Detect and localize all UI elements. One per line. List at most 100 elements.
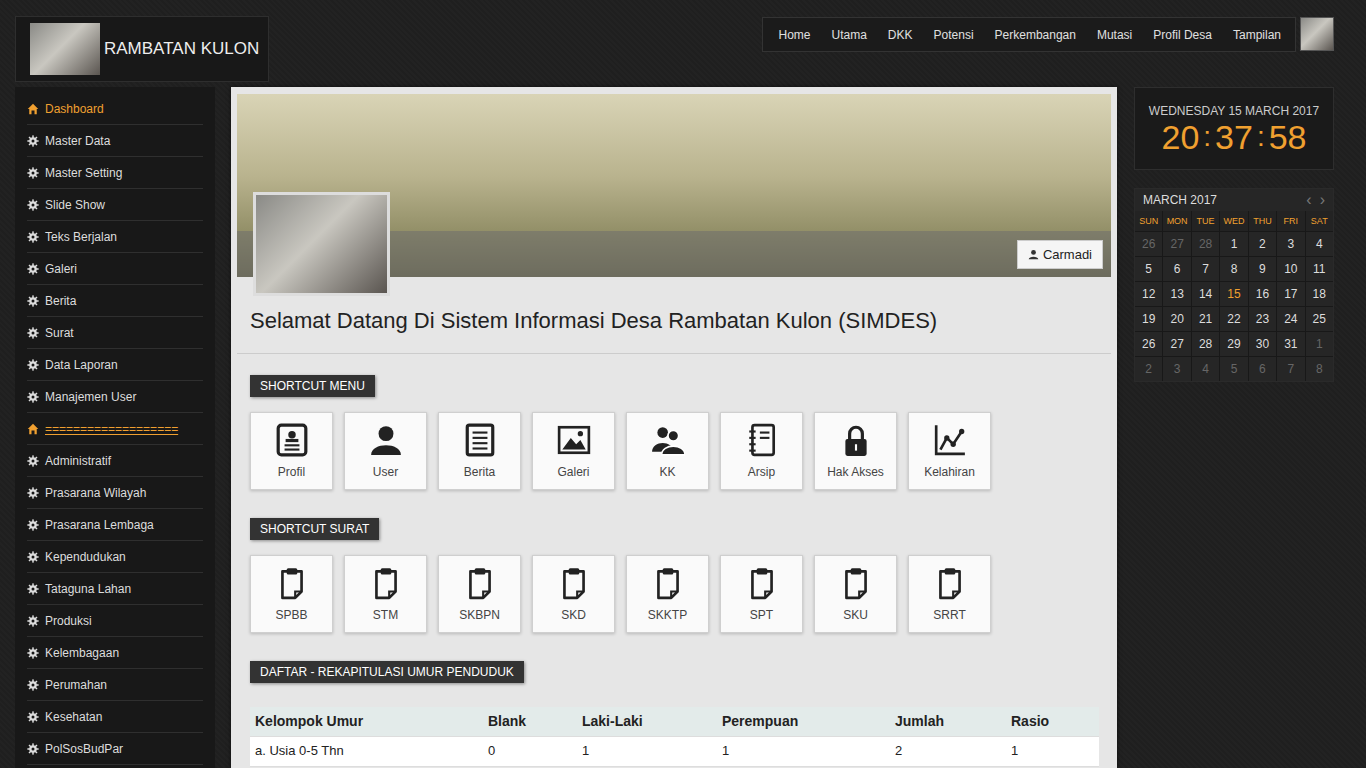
gear-icon (27, 487, 39, 499)
sidebar-item[interactable]: Prasarana Lembaga (27, 509, 203, 541)
sidebar-item[interactable]: Tataguna Lahan (27, 573, 203, 605)
calendar-day[interactable]: 26 (1135, 332, 1162, 356)
calendar-day[interactable]: 8 (1220, 257, 1247, 281)
sidebar-item[interactable]: Master Data (27, 125, 203, 157)
calendar-day[interactable]: 11 (1306, 257, 1333, 281)
calendar-day[interactable]: 28 (1192, 232, 1219, 256)
calendar-day[interactable]: 21 (1192, 307, 1219, 331)
gear-icon (27, 647, 39, 659)
calendar-day[interactable]: 6 (1249, 357, 1276, 381)
calendar-day[interactable]: 23 (1249, 307, 1276, 331)
nav-item[interactable]: Profil Desa (1142, 18, 1222, 51)
calendar-day[interactable]: 22 (1220, 307, 1247, 331)
calendar-day[interactable]: 27 (1163, 232, 1190, 256)
calendar-day[interactable]: 5 (1135, 257, 1162, 281)
letter-tile[interactable]: SKBPN (438, 555, 521, 633)
calendar-day[interactable]: 27 (1163, 332, 1190, 356)
sidebar-item[interactable]: Kelembagaan (27, 637, 203, 669)
letter-tile[interactable]: STM (344, 555, 427, 633)
sidebar-item[interactable]: Produksi (27, 605, 203, 637)
calendar-day[interactable]: 14 (1192, 282, 1219, 306)
sidebar-item[interactable]: Kesehatan (27, 701, 203, 733)
calendar-day[interactable]: 6 (1163, 257, 1190, 281)
sidebar-item[interactable]: Dashboard (27, 93, 203, 125)
calendar-day[interactable]: 16 (1249, 282, 1276, 306)
calendar-day[interactable]: 7 (1192, 257, 1219, 281)
calendar-day[interactable]: 3 (1163, 357, 1190, 381)
calendar-day[interactable]: 2 (1135, 357, 1162, 381)
user-avatar[interactable] (1300, 17, 1334, 51)
sidebar-item[interactable]: =================== (27, 413, 203, 445)
calendar-day[interactable]: 9 (1249, 257, 1276, 281)
shortcut-tile[interactable]: Profil (250, 412, 333, 490)
calendar-day[interactable]: 12 (1135, 282, 1162, 306)
nav-item[interactable]: Tampilan (1222, 18, 1291, 51)
column-header: Laki-Laki (577, 707, 717, 737)
nav-item[interactable]: Home (767, 18, 820, 51)
calendar-day[interactable]: 15 (1220, 282, 1247, 306)
sidebar-item[interactable]: PolSosBudPar (27, 733, 203, 765)
prev-month-button[interactable]: ‹ (1306, 191, 1311, 209)
letter-tile[interactable]: SKU (814, 555, 897, 633)
user-button[interactable]: Carmadi (1017, 240, 1103, 269)
lock-icon (839, 423, 873, 457)
shortcut-tile[interactable]: Kelahiran (908, 412, 991, 490)
calendar-day[interactable]: 28 (1192, 332, 1219, 356)
nav-item[interactable]: Mutasi (1086, 18, 1142, 51)
calendar-day[interactable]: 5 (1220, 357, 1247, 381)
calendar-day[interactable]: 8 (1306, 357, 1333, 381)
sidebar-item[interactable]: Surat (27, 317, 203, 349)
nav-item[interactable]: Potensi (923, 18, 984, 51)
letter-tile[interactable]: SKKTP (626, 555, 709, 633)
weekday-label: FRI (1277, 211, 1304, 231)
nav-item[interactable]: Utama (820, 18, 876, 51)
calendar-day[interactable]: 7 (1277, 357, 1304, 381)
sidebar-item[interactable]: Kependudukan (27, 541, 203, 573)
letter-tile[interactable]: SPBB (250, 555, 333, 633)
calendar-day[interactable]: 31 (1277, 332, 1304, 356)
shortcut-tile[interactable]: Galeri (532, 412, 615, 490)
calendar-day[interactable]: 19 (1135, 307, 1162, 331)
calendar-day[interactable]: 30 (1249, 332, 1276, 356)
sidebar-item[interactable]: Data Laporan (27, 349, 203, 381)
letter-tile[interactable]: SRRT (908, 555, 991, 633)
calendar-day[interactable]: 4 (1306, 232, 1333, 256)
calendar-day[interactable]: 4 (1192, 357, 1219, 381)
gear-icon (27, 743, 39, 755)
calendar-day[interactable]: 26 (1135, 232, 1162, 256)
sidebar-item[interactable]: Perumahan (27, 669, 203, 701)
site-logo[interactable]: RAMBATAN KULON (15, 16, 269, 82)
letter-tile[interactable]: SPT (720, 555, 803, 633)
calendar-day[interactable]: 10 (1277, 257, 1304, 281)
sidebar-item[interactable]: Slide Show (27, 189, 203, 221)
shortcut-tile[interactable]: Arsip (720, 412, 803, 490)
shortcut-tile[interactable]: User (344, 412, 427, 490)
sidebar-item[interactable]: Administratif (27, 445, 203, 477)
next-month-button[interactable]: › (1320, 191, 1325, 209)
calendar-day[interactable]: 24 (1277, 307, 1304, 331)
calendar-day[interactable]: 3 (1277, 232, 1304, 256)
shortcut-tile[interactable]: KK (626, 412, 709, 490)
calendar-day[interactable]: 29 (1220, 332, 1247, 356)
calendar-day[interactable]: 13 (1163, 282, 1190, 306)
sidebar-item[interactable]: Berita (27, 285, 203, 317)
sidebar-item[interactable]: Prasarana Wilayah (27, 477, 203, 509)
sidebar-item[interactable]: Galeri (27, 253, 203, 285)
gear-icon (27, 327, 39, 339)
letter-tile[interactable]: SKD (532, 555, 615, 633)
sidebar-item[interactable]: Master Setting (27, 157, 203, 189)
sidebar-item[interactable]: Teks Berjalan (27, 221, 203, 253)
calendar-day[interactable]: 2 (1249, 232, 1276, 256)
shortcut-tile[interactable]: Berita (438, 412, 521, 490)
nav-item[interactable]: Perkembangan (984, 18, 1086, 51)
calendar-day[interactable]: 1 (1220, 232, 1247, 256)
calendar-day[interactable]: 1 (1306, 332, 1333, 356)
calendar-day[interactable]: 20 (1163, 307, 1190, 331)
sidebar-item[interactable]: Manajemen User (27, 381, 203, 413)
clock-date: WEDNESDAY 15 MARCH 2017 (1135, 104, 1333, 118)
calendar-day[interactable]: 17 (1277, 282, 1304, 306)
calendar-day[interactable]: 25 (1306, 307, 1333, 331)
shortcut-tile[interactable]: Hak Akses (814, 412, 897, 490)
calendar-day[interactable]: 18 (1306, 282, 1333, 306)
nav-item[interactable]: DKK (877, 18, 923, 51)
